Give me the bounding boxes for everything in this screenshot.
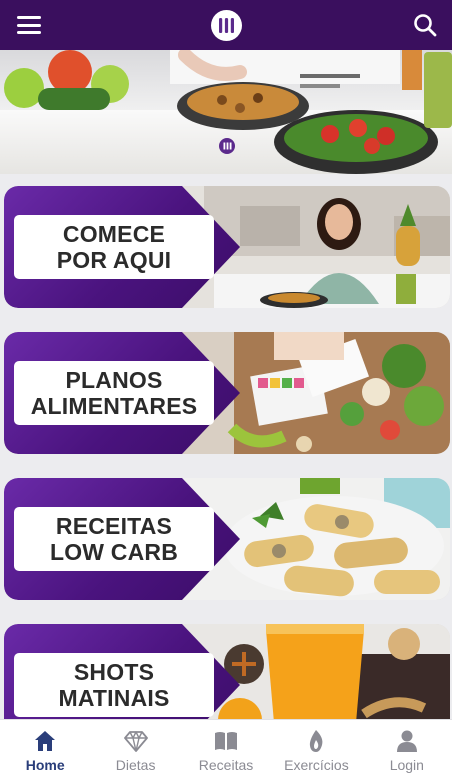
nav-label: Home — [25, 757, 65, 773]
card-title: PLANOS ALIMENTARES — [30, 367, 198, 419]
nav-item-exercicios[interactable]: Exercícios — [271, 720, 361, 777]
nav-label: Receitas — [198, 757, 254, 773]
card-label-box: SHOTS MATINAIS — [14, 653, 214, 717]
top-app-bar — [0, 0, 452, 50]
hero-food-illustration — [4, 50, 452, 174]
nav-item-dietas[interactable]: Dietas — [90, 720, 180, 777]
card-label-box: COMECE POR AQUI — [14, 215, 214, 279]
nav-label: Dietas — [115, 757, 156, 773]
carousel-indicator-icon[interactable] — [219, 138, 235, 154]
nav-label: Login — [389, 757, 424, 773]
card-title: COMECE POR AQUI — [56, 221, 172, 273]
hamburger-menu-icon[interactable] — [16, 15, 42, 35]
card-title: RECEITAS LOW CARB — [49, 513, 179, 565]
bottom-navigation: Home Dietas Receitas Exercícios Login — [0, 719, 452, 777]
book-icon — [215, 732, 238, 750]
card-title: SHOTS MATINAIS — [58, 659, 170, 711]
nav-item-home[interactable]: Home — [0, 720, 90, 777]
card-planos-alimentares[interactable]: PLANOS ALIMENTARES — [4, 332, 450, 454]
home-icon — [35, 731, 56, 751]
nav-label: Exercícios — [284, 757, 349, 773]
nav-item-login[interactable]: Login — [362, 720, 452, 777]
search-icon[interactable] — [412, 12, 438, 38]
nav-item-receitas[interactable]: Receitas — [181, 720, 271, 777]
card-receitas-low-carb[interactable]: RECEITAS LOW CARB — [4, 478, 450, 600]
user-icon — [396, 730, 417, 752]
card-label-box: RECEITAS LOW CARB — [14, 507, 214, 571]
diamond-icon — [123, 731, 148, 752]
hero-banner[interactable] — [0, 50, 452, 174]
card-label-box: PLANOS ALIMENTARES — [14, 361, 214, 425]
flame-icon — [310, 730, 323, 752]
brand-logo-icon[interactable] — [211, 10, 242, 41]
card-comece-por-aqui[interactable]: COMECE POR AQUI — [4, 186, 450, 308]
